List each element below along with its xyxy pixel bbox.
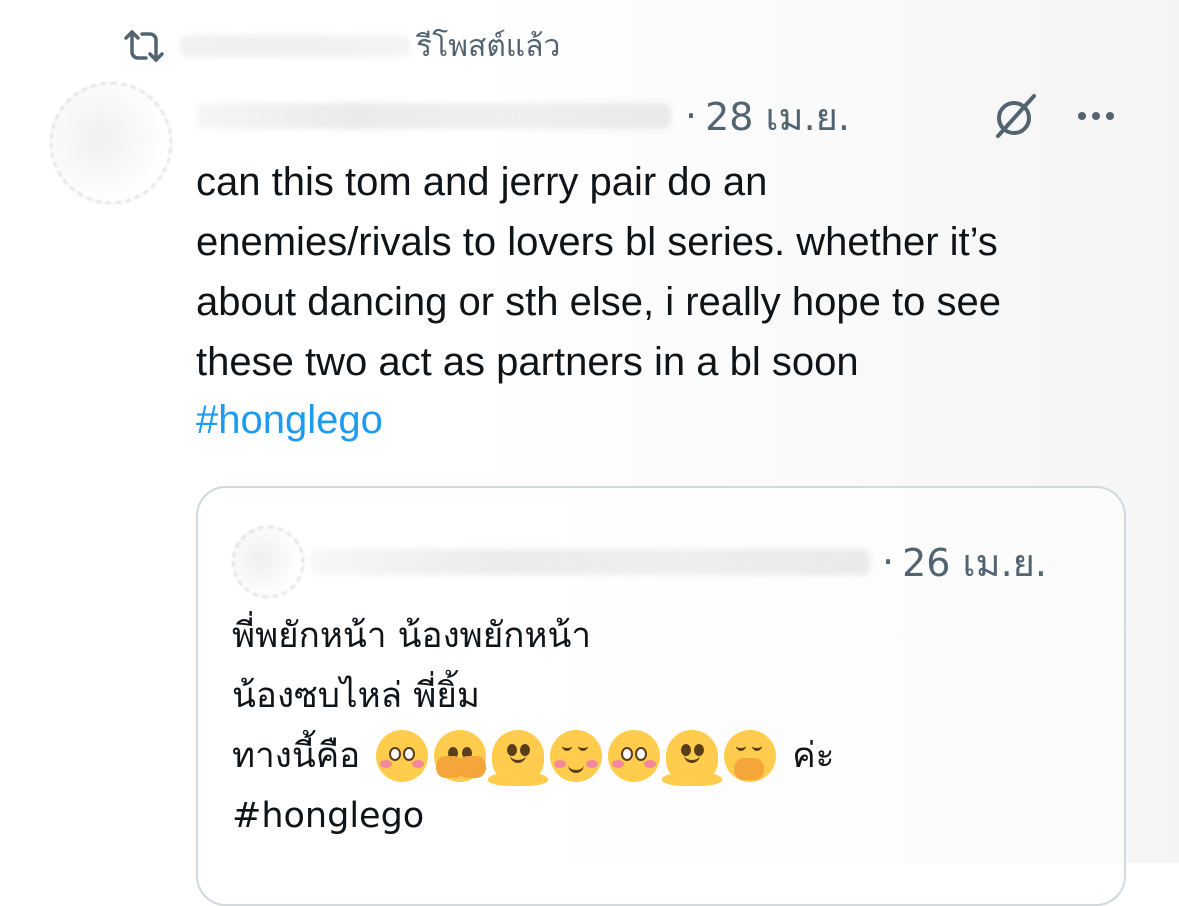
flushed-face-icon xyxy=(608,730,661,782)
melting-face-icon xyxy=(488,730,549,786)
hashtag-link[interactable]: #honglego xyxy=(196,390,383,450)
quote-text: พี่พยักหน้า น้องพยักหน้า น้องซบไหล่ พี่ย… xyxy=(232,606,1112,846)
grok-icon[interactable] xyxy=(986,88,1046,144)
face-with-hand-over-mouth-icon xyxy=(724,730,777,782)
quote-line-2: น้องซบไหล่ พี่ยิ้ม xyxy=(232,676,480,716)
quote-header: · 26 เม.ย. xyxy=(310,534,1047,590)
emoji-group xyxy=(376,730,782,786)
quote-line-3-suffix: ค่ะ xyxy=(792,736,835,776)
smiling-face-icon xyxy=(550,730,603,782)
retweet-icon xyxy=(118,26,170,66)
tweet-header: · 28 เม.ย. xyxy=(196,88,1136,144)
quote-avatar[interactable] xyxy=(232,526,304,598)
quote-meta-separator: · xyxy=(882,540,895,584)
tweet-text: can this tom and jerry pair do an enemie… xyxy=(196,160,1001,384)
retweet-label: รีโพสต์แล้ว xyxy=(416,28,561,64)
avatar[interactable] xyxy=(50,82,172,204)
author-name-redacted[interactable] xyxy=(196,103,671,129)
melting-face-icon xyxy=(662,730,723,786)
retweet-indicator: รีโพสต์แล้ว xyxy=(118,24,560,68)
quote-line-3: ทางนี้คือ ค่ะ xyxy=(232,726,1112,786)
quote-line-1: พี่พยักหน้า น้องพยักหน้า xyxy=(232,616,592,656)
retweeter-name-redacted[interactable] xyxy=(180,35,410,57)
face-with-open-eyes-and-hand-over-mouth-icon xyxy=(434,730,487,782)
more-icon[interactable] xyxy=(1068,88,1124,144)
meta-separator: · xyxy=(685,94,698,138)
quote-date[interactable]: 26 เม.ย. xyxy=(902,532,1047,593)
flushed-face-icon xyxy=(376,730,429,782)
quote-line-3-text: ทางนี้คือ xyxy=(232,736,361,776)
quote-author-name-redacted[interactable] xyxy=(310,549,870,575)
quote-hashtag[interactable]: #honglego xyxy=(232,786,1112,846)
tweet-date[interactable]: 28 เม.ย. xyxy=(705,86,850,147)
